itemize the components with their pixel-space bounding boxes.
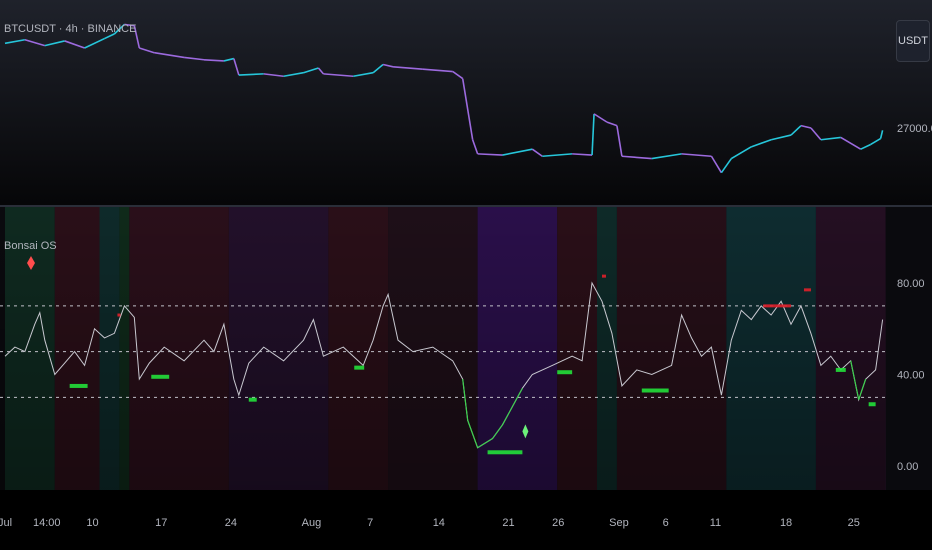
time-axis-label: 24 [225, 517, 237, 529]
time-axis-label: Aug [302, 517, 322, 529]
time-axis-label: 6 [663, 517, 669, 529]
time-axis-label: Sep [609, 517, 629, 529]
time-axis-label: 10 [86, 517, 98, 529]
bullish-signal [868, 402, 876, 407]
time-axis-label: 14:00 [33, 517, 61, 529]
time-axis-label: 17 [155, 517, 167, 529]
oscillator-axis-label: 0.00 [897, 461, 918, 473]
time-axis-label: 18 [780, 517, 792, 529]
symbol-legend[interactable]: BTCUSDT · 4h · BINANCE [4, 23, 136, 35]
time-axis-label: 25 [848, 517, 860, 529]
bullish-signal [151, 374, 170, 379]
time-axis-label: 14 [433, 517, 445, 529]
bearish-signal [602, 274, 606, 278]
bullish-signal [248, 397, 257, 402]
time-axis-label: 11 [710, 517, 721, 529]
bearish-signal [763, 304, 792, 308]
price-axis-label: 27000.00 [897, 123, 932, 135]
time-axis-label: 7 [367, 517, 373, 529]
time-axis-label: 26 [552, 517, 564, 529]
bearish-signal [803, 288, 811, 292]
band-fade [0, 207, 885, 490]
chart-canvas[interactable]: Jul 14:00 10 17 24 Aug 7 14 21 26 Sep 6 11 18 25 27000… [0, 0, 932, 550]
time-axis-label: 21 [502, 517, 514, 529]
indicator-legend[interactable]: Bonsai OS [4, 240, 57, 252]
bullish-signal [557, 370, 573, 375]
bullish-signal [69, 383, 88, 388]
bearish-diamond-icon [27, 256, 35, 270]
oscillator-axis-label: 40.00 [897, 370, 925, 382]
pane-separator[interactable] [0, 205, 932, 207]
bullish-signal [641, 388, 669, 393]
time-axis-label: Jul [0, 517, 12, 529]
bullish-signal [487, 450, 523, 455]
currency-button[interactable]: USDT [896, 20, 930, 62]
bearish-signal [117, 313, 121, 317]
bullish-signal [835, 367, 846, 372]
bullish-signal [354, 365, 365, 370]
oscillator-axis-label: 80.00 [897, 278, 925, 290]
